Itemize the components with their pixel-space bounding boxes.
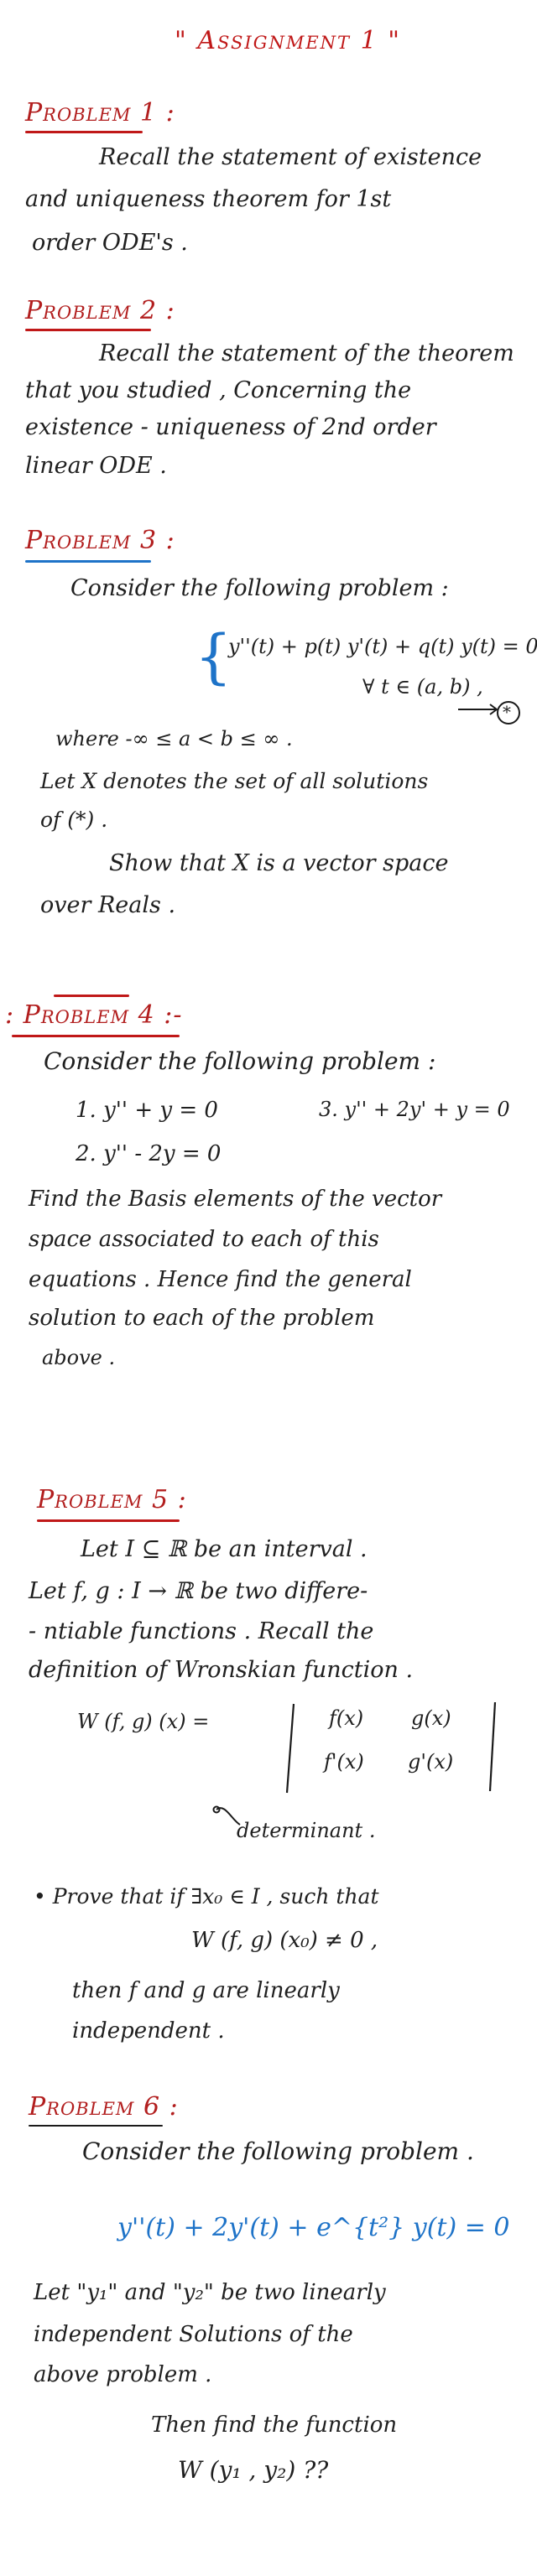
problem-5-condition: W (f, g) (x₀) ≠ 0 , [191, 1928, 378, 1953]
determinant-note: determinant . [237, 1819, 376, 1842]
problem-6-line-2: independent Solutions of the [34, 2322, 353, 2347]
problem-6-equation: y''(t) + 2y'(t) + e^{t²} y(t) = 0 [117, 2213, 510, 2242]
problem-6-underline [29, 2125, 163, 2127]
problem-6-line-1: Let "y₁" and "y₂" be two linearly [34, 2280, 386, 2305]
problem-6-line-3: above problem . [34, 2362, 212, 2387]
problem-5-then-line-1: then f and g are linearly [72, 1978, 340, 2003]
assignment-page: " Assignment 1 " Problem 1 : Recall the … [0, 0, 537, 2576]
problem-6-heading: Problem 6 : [29, 2092, 179, 2122]
problem-6-line-5: W (y₁ , y₂) ?? [178, 2456, 329, 2484]
problem-5-then-line-2: independent . [72, 2018, 225, 2044]
problem-5-prove-line: • Prove that if ∃x₀ ∈ I , such that [34, 1884, 379, 1909]
matrix-g-prime: g'(x) [408, 1750, 454, 1774]
problem-6-line-4: Then find the function [151, 2412, 398, 2438]
matrix-f-prime: f'(x) [324, 1750, 364, 1774]
matrix-g: g(x) [411, 1706, 451, 1730]
matrix-f: f(x) [329, 1706, 364, 1730]
wronskian-determinant-bars [212, 1701, 497, 1826]
problem-6-intro: Consider the following problem . [82, 2137, 474, 2165]
